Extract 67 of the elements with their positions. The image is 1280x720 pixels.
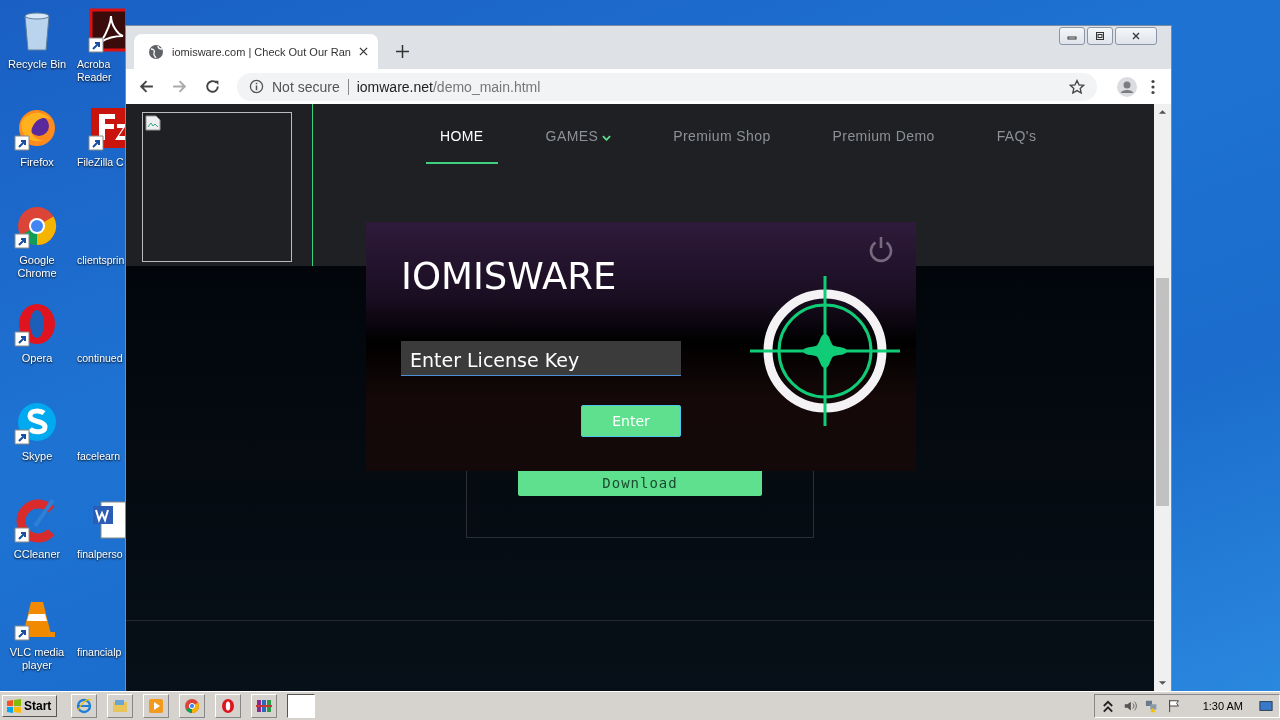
scrollbar-thumb[interactable] xyxy=(1156,278,1169,506)
taskbar-app-button[interactable] xyxy=(107,694,134,718)
speaker-icon[interactable] xyxy=(1122,699,1137,713)
desktop-icon-label[interactable]: CCleaner xyxy=(13,548,61,561)
desktop-icon-label[interactable]: Recycle Bin xyxy=(7,58,67,71)
flag-icon[interactable] xyxy=(1166,699,1181,713)
globe-icon xyxy=(148,43,164,60)
close-icon[interactable] xyxy=(358,47,368,56)
desktop-icon-label[interactable]: facelearn xyxy=(77,450,121,463)
info-icon xyxy=(249,79,264,94)
desktop-icon-label[interactable]: VLC media player xyxy=(9,646,65,672)
restore-button[interactable] xyxy=(1087,27,1113,45)
chrome-logo-icon xyxy=(184,698,201,714)
desktop-icon-label[interactable]: Skype xyxy=(21,450,53,463)
desktop-icon-label[interactable]: Google Chrome xyxy=(17,254,57,280)
dialog-title: IOMISWARE xyxy=(401,255,618,299)
license-key-field[interactable]: Enter License Key xyxy=(401,341,681,376)
new-tab-icon[interactable] xyxy=(395,45,409,58)
network-icon[interactable] xyxy=(1144,699,1159,713)
desktop-icon-label[interactable]: finalperso xyxy=(77,548,123,561)
books-icon xyxy=(256,698,273,714)
show-desktop-icon[interactable] xyxy=(1259,699,1273,713)
window-button[interactable] xyxy=(287,694,316,718)
scroll-down-icon[interactable] xyxy=(1158,680,1167,686)
restore-icon xyxy=(1095,31,1105,41)
desktop-icon-label[interactable]: Acroba Reader xyxy=(77,58,112,84)
desktop-icon-label[interactable]: Firefox xyxy=(20,156,54,169)
nav-link[interactable]: FAQ's xyxy=(982,104,1051,164)
scroll-up-icon[interactable] xyxy=(1158,109,1167,115)
chevron-up-icon[interactable] xyxy=(1100,699,1115,713)
browser-tab[interactable]: iomisware.com | Check Out Our Ran xyxy=(134,34,378,69)
star-icon[interactable] xyxy=(1069,78,1085,95)
windows-logo-icon xyxy=(6,698,22,714)
caret-icon xyxy=(602,135,612,141)
desktop-icon-label[interactable]: financialp xyxy=(77,646,122,659)
pdf-icon[interactable] xyxy=(87,6,125,54)
back-icon[interactable] xyxy=(138,78,155,95)
address-bar[interactable]: Not secure iomware.net/demo_main.html xyxy=(237,72,1097,101)
taskbar-app-button[interactable] xyxy=(251,694,278,718)
play-icon xyxy=(148,698,165,714)
start-button[interactable]: Start xyxy=(2,695,58,717)
taskbar-app-button[interactable] xyxy=(71,694,98,718)
tab-title: iomisware.com | Check Out Our Ran xyxy=(172,45,351,58)
clock[interactable]: 1:30 AM xyxy=(1202,700,1243,712)
broken-image-icon xyxy=(145,115,161,131)
desktop-icon-label[interactable]: FileZilla C xyxy=(77,156,124,169)
security-label: Not secure xyxy=(272,78,340,95)
nav-link[interactable]: Premium Shop xyxy=(659,104,785,164)
desktop-icon-label[interactable]: Opera xyxy=(21,352,53,365)
close-icon xyxy=(1131,31,1141,41)
folder-icon xyxy=(112,698,129,714)
letter-e-icon xyxy=(76,698,93,714)
url-text: iomware.net/demo_main.html xyxy=(356,78,542,95)
taskbar-app-button[interactable] xyxy=(143,694,170,718)
nav-link[interactable]: HOME xyxy=(426,104,498,164)
desktop-icon-label[interactable]: clientsprin xyxy=(77,254,125,267)
crosshair-icon xyxy=(750,276,900,426)
nav-link[interactable]: GAMES xyxy=(531,104,626,164)
power-icon[interactable] xyxy=(867,235,895,263)
reload-icon[interactable] xyxy=(204,78,221,95)
taskbar-app-button[interactable] xyxy=(179,694,206,718)
menu-icon[interactable] xyxy=(1151,78,1155,95)
desktop-icon-label[interactable]: continued xyxy=(77,352,123,365)
profile-icon[interactable] xyxy=(1117,76,1137,97)
nav-link[interactable]: Premium Demo xyxy=(818,104,949,164)
taskbar-app-button[interactable] xyxy=(215,694,242,718)
opera-logo-icon xyxy=(220,698,237,714)
